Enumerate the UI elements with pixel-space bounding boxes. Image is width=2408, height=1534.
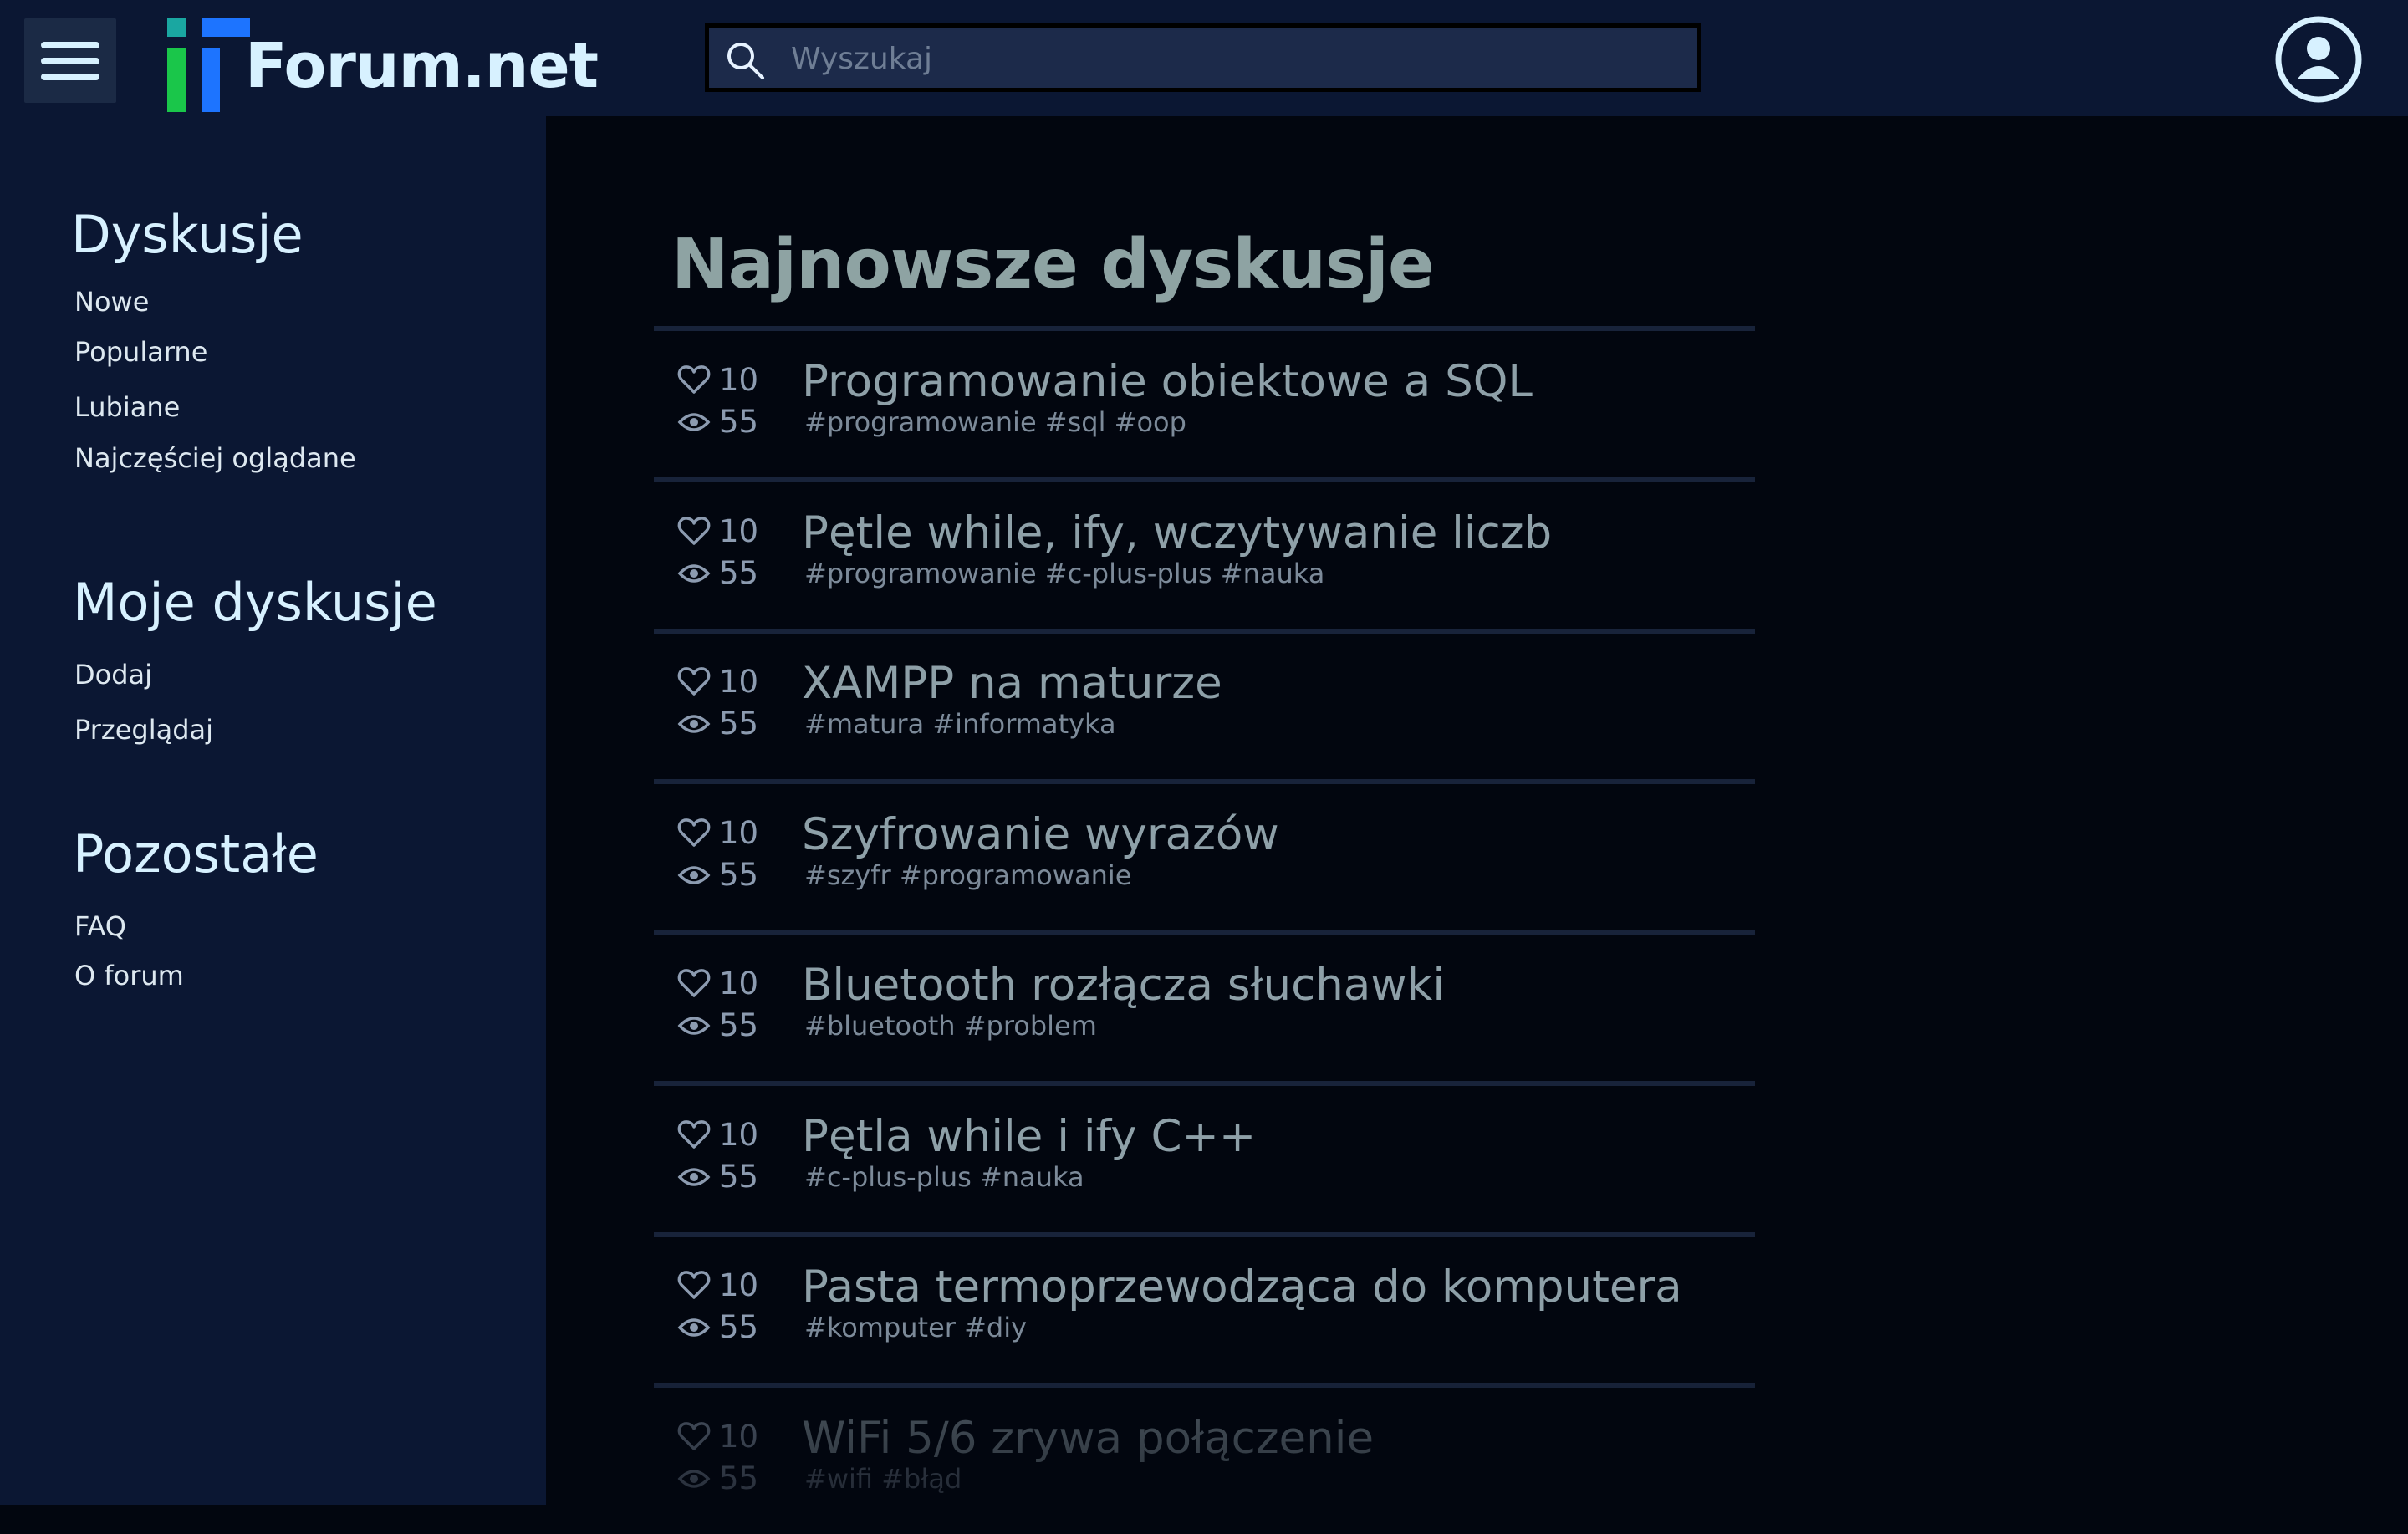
discussion-tags: #c-plus-plus #nauka (804, 1160, 1084, 1193)
eye-icon (677, 712, 711, 736)
search-bar[interactable] (705, 23, 1701, 92)
top-bar: Forum.net (0, 0, 2408, 116)
discussion-title[interactable]: Szyfrowanie wyrazów (802, 813, 1279, 857)
likes-count: 10 (719, 1116, 759, 1153)
hamburger-line (41, 42, 99, 48)
heart-icon[interactable] (677, 968, 711, 998)
views-count: 55 (719, 706, 759, 742)
views-count: 55 (719, 1309, 759, 1345)
eye-icon (677, 1316, 711, 1339)
heart-icon[interactable] (677, 516, 711, 546)
hamburger-line (41, 74, 99, 80)
search-icon[interactable] (722, 38, 769, 84)
heart-icon[interactable] (677, 666, 711, 696)
views-count: 55 (719, 1158, 759, 1195)
eye-icon (677, 1165, 711, 1189)
hamburger-menu-button[interactable] (24, 18, 116, 103)
sidebar-section-title: Moje dyskusje (73, 572, 437, 633)
list-item[interactable]: 10 55 Bluetooth rozłącza słuchawki #bluetoo… (654, 935, 1755, 1081)
sidebar-item-przegladaj[interactable]: Przeglądaj (74, 716, 213, 743)
sidebar-item-popularne[interactable]: Popularne (74, 339, 207, 365)
sidebar-item-o-forum[interactable]: O forum (74, 962, 184, 989)
list-item[interactable]: 10 55 Pętle while, ify, wczytywanie liczb #… (654, 482, 1755, 629)
list-item[interactable]: 10 55 Szyfrowanie wyrazów #szyfr #programow… (654, 784, 1755, 930)
discussion-title[interactable]: XAMPP na maturze (802, 661, 1222, 706)
list-item[interactable]: 10 55 Pętla while i ify C++ #c-plus-plus #n… (654, 1086, 1755, 1232)
discussion-tags: #komputer #diy (804, 1312, 1028, 1343)
eye-icon (677, 864, 711, 887)
views-count: 55 (719, 554, 759, 591)
search-input[interactable] (789, 28, 1696, 89)
sidebar-section-title: Dyskusje (71, 204, 304, 265)
heart-icon[interactable] (677, 1270, 711, 1300)
discussion-title[interactable]: Pętle while, ify, wczytywanie liczb (802, 511, 1552, 555)
list-item[interactable]: 10 55 Pasta termoprzewodząca do komputera #… (654, 1236, 1755, 1383)
discussion-tags: #wifi #błąd (804, 1462, 962, 1495)
sidebar-item-najczesciej-ogladane[interactable]: Najczęściej oglądane (74, 445, 356, 471)
logo[interactable]: Forum.net (167, 17, 599, 112)
discussion-tags: #programowanie #c-plus-plus #nauka (804, 557, 1325, 589)
sidebar-item-lubiane[interactable]: Lubiane (74, 394, 180, 420)
likes-count: 10 (719, 814, 759, 851)
sidebar-section-title: Pozostałe (73, 823, 319, 884)
eye-icon (677, 1467, 711, 1491)
views-count: 55 (719, 1460, 759, 1496)
heart-icon[interactable] (677, 1421, 711, 1451)
likes-count: 10 (719, 1418, 759, 1455)
likes-count: 10 (719, 512, 759, 549)
views-count: 55 (719, 404, 759, 440)
sidebar-item-nowe[interactable]: Nowe (74, 288, 149, 315)
heart-icon[interactable] (677, 818, 711, 848)
likes-count: 10 (719, 966, 759, 1001)
logo-text: Forum.net (245, 30, 599, 102)
discussion-tags: #matura #informatyka (804, 708, 1116, 740)
sidebar-item-faq[interactable]: FAQ (74, 913, 126, 940)
heart-icon[interactable] (677, 1119, 711, 1149)
likes-count: 10 (719, 1267, 759, 1303)
hamburger-line (41, 58, 99, 64)
discussion-title[interactable]: Pętla while i ify C++ (802, 1114, 1256, 1159)
eye-icon (677, 1014, 711, 1037)
list-item[interactable]: 10 55 XAMPP na maturze #matura #informatyka (654, 633, 1755, 779)
views-count: 55 (719, 1007, 759, 1043)
user-avatar-icon[interactable] (2273, 13, 2365, 105)
logo-mark (167, 18, 186, 37)
logo-mark (202, 18, 250, 37)
discussion-tags: #bluetooth #problem (804, 1010, 1097, 1042)
eye-icon (677, 410, 711, 434)
discussion-title[interactable]: WiFi 5/6 zrywa połączenie (802, 1416, 1374, 1460)
page-title: Najnowsze dyskusje (671, 225, 1435, 304)
discussion-title[interactable]: Pasta termoprzewodząca do komputera (802, 1265, 1682, 1309)
likes-count: 10 (719, 664, 759, 700)
views-count: 55 (719, 856, 759, 893)
sidebar: Dyskusje Nowe Popularne Lubiane Najczęśc… (0, 116, 546, 1505)
discussion-title[interactable]: Programowanie obiektowe a SQL (802, 359, 1533, 404)
discussion-tags: #programowanie #sql #oop (804, 406, 1186, 438)
discussion-tags: #szyfr #programowanie (804, 859, 1132, 891)
eye-icon (677, 562, 711, 585)
logo-mark (167, 48, 186, 112)
sidebar-item-dodaj[interactable]: Dodaj (74, 661, 152, 688)
discussion-title[interactable]: Bluetooth rozłącza słuchawki (802, 963, 1445, 1007)
heart-icon[interactable] (677, 364, 711, 395)
logo-mark (202, 48, 220, 112)
list-item[interactable]: 10 55 WiFi 5/6 zrywa połączenie #wifi #błąd (654, 1388, 1755, 1534)
likes-count: 10 (719, 362, 759, 398)
list-item[interactable]: 10 55 Programowanie obiektowe a SQL #progra… (654, 331, 1755, 477)
